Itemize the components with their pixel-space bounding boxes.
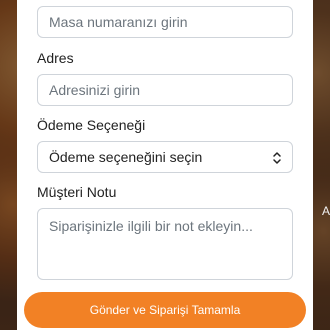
address-input[interactable]: Adresinizi girin (37, 74, 293, 106)
customer-note-textarea[interactable]: Siparişinizle ilgili bir not ekleyin... (37, 208, 293, 280)
table-number-input[interactable]: Masa numaranızı girin (37, 6, 293, 38)
payment-select[interactable]: Ödeme seçeneğini seçin (37, 141, 293, 173)
submit-order-button[interactable]: Gönder ve Siparişi Tamamla (24, 292, 306, 328)
background-text-fragment: A (321, 204, 330, 218)
chevron-up-down-icon (273, 152, 281, 164)
address-label: Adres (37, 50, 74, 66)
payment-selected-value: Ödeme seçeneğini seçin (49, 149, 203, 165)
customer-note-placeholder: Siparişinizle ilgili bir not ekleyin... (49, 218, 253, 234)
payment-label: Ödeme Seçeneği (37, 117, 146, 133)
table-number-placeholder: Masa numaranızı girin (49, 14, 188, 30)
customer-note-label: Müşteri Notu (37, 184, 117, 200)
address-placeholder: Adresinizi girin (49, 82, 141, 98)
